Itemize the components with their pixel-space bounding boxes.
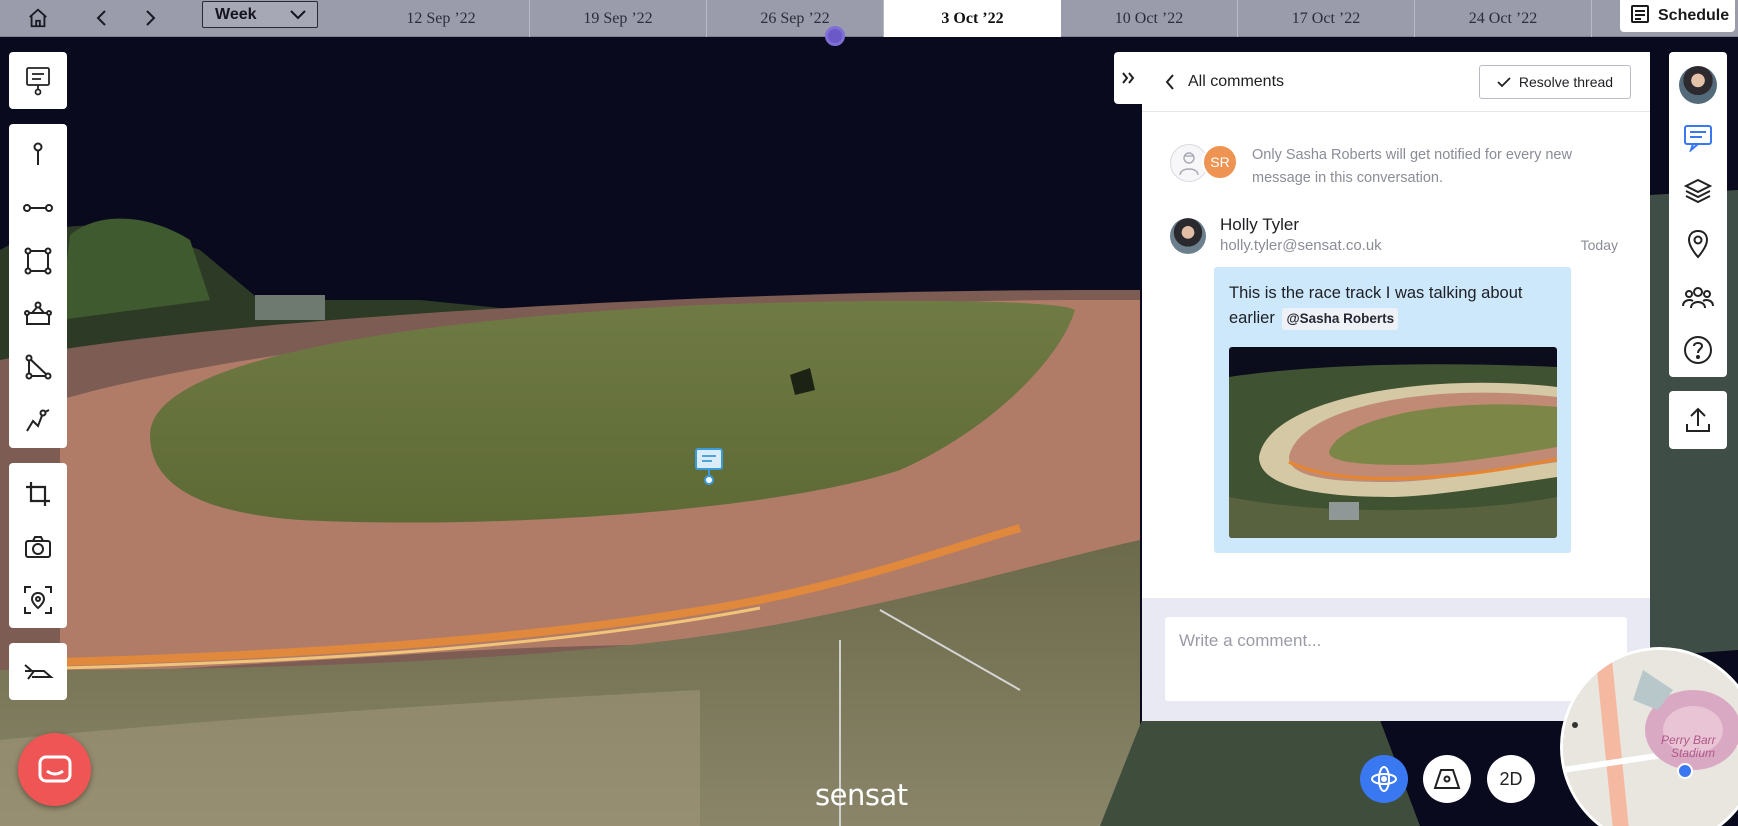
user-mention[interactable]: @Sasha Roberts: [1282, 308, 1399, 330]
export-button[interactable]: [1669, 391, 1727, 449]
chevron-down-icon: [289, 7, 307, 26]
angle-tool-icon[interactable]: [9, 340, 67, 393]
all-comments-back-link[interactable]: All comments: [1164, 73, 1284, 91]
area-tool-icon[interactable]: [9, 234, 67, 287]
date-cell[interactable]: 19 Sep ’22: [530, 0, 707, 37]
chat-launcher-button[interactable]: [18, 733, 91, 806]
comments-icon[interactable]: [1669, 111, 1727, 164]
resolve-thread-button[interactable]: Resolve thread: [1479, 65, 1631, 99]
prev-week-button[interactable]: [88, 4, 116, 32]
message-timestamp: Today: [1580, 237, 1618, 253]
avatar: [1679, 65, 1717, 104]
user-avatar-button[interactable]: [1669, 58, 1727, 111]
2d-mode-button[interactable]: 2D: [1487, 755, 1535, 803]
upload-icon: [1686, 407, 1710, 432]
layers-icon[interactable]: [1669, 164, 1727, 217]
chevron-left-icon: [1165, 73, 1174, 90]
date-timeline: 12 Sep ’22 19 Sep ’22 26 Sep ’22 3 Oct ’…: [353, 0, 1592, 37]
crop-tool-icon[interactable]: [9, 467, 67, 520]
back-label: All comments: [1188, 72, 1285, 90]
volume-tool-icon[interactable]: [9, 287, 67, 340]
sensat-logo: sensat: [815, 778, 908, 812]
resolve-label: Resolve thread: [1518, 74, 1614, 90]
double-chevron-right-icon: [1122, 72, 1135, 84]
orbit-icon: [1371, 766, 1397, 792]
right-toolbar: [1669, 52, 1727, 377]
team-icon[interactable]: [1669, 270, 1727, 323]
avatar: [1170, 218, 1206, 254]
week-select-value: Week: [215, 5, 257, 23]
comment-tool-group: [9, 52, 67, 109]
profile-tool-icon[interactable]: [9, 393, 67, 446]
location-pin-icon[interactable]: [1669, 217, 1727, 270]
message-author-email: holly.tyler@sensat.co.uk: [1220, 237, 1382, 254]
location-capture-icon[interactable]: [9, 573, 67, 626]
attached-image[interactable]: [1229, 347, 1557, 538]
panel-header: All comments Resolve thread: [1142, 52, 1650, 112]
comment-pin-icon[interactable]: [694, 447, 724, 487]
capture-tool-group: [9, 463, 67, 628]
flythrough-tool-group: [9, 643, 67, 700]
perspective-button[interactable]: [1423, 755, 1471, 803]
check-icon: [1497, 77, 1511, 88]
collapse-panel-button[interactable]: [1114, 52, 1142, 104]
home-icon[interactable]: [24, 4, 52, 32]
week-select[interactable]: Week: [202, 1, 318, 28]
add-comment-tool[interactable]: [9, 52, 67, 109]
timeline-bar: Week 12 Sep ’22 19 Sep ’22 26 Sep ’22 3 …: [0, 0, 1738, 46]
help-icon[interactable]: [1669, 323, 1727, 376]
drone-icon[interactable]: [9, 643, 67, 700]
measure-tool-group: [9, 124, 67, 448]
avatar-initials: SR: [1202, 144, 1238, 180]
participant-avatars: SR: [1170, 144, 1250, 184]
timeline-marker-dot[interactable]: [825, 26, 845, 46]
schedule-label: Schedule: [1658, 7, 1730, 24]
next-week-button[interactable]: [136, 4, 164, 32]
camera-icon[interactable]: [9, 520, 67, 573]
date-cell[interactable]: 10 Oct ’22: [1061, 0, 1238, 37]
date-cell[interactable]: 12 Sep ’22: [353, 0, 530, 37]
notification-notice: SR Only Sasha Roberts will get notified …: [1170, 144, 1630, 190]
comment-input[interactable]: [1165, 617, 1627, 701]
schedule-icon: [1630, 4, 1650, 29]
date-cell[interactable]: 26 Sep ’22: [707, 0, 884, 37]
distance-tool-icon[interactable]: [9, 181, 67, 234]
message-header: Holly Tyler holly.tyler@sensat.co.uk Tod…: [1170, 215, 1630, 259]
comment-thread-panel: All comments Resolve thread SR Only Sash…: [1142, 52, 1650, 721]
message-author: Holly Tyler: [1220, 215, 1300, 234]
date-cell[interactable]: 24 Oct ’22: [1415, 0, 1592, 37]
schedule-button[interactable]: Schedule: [1620, 0, 1735, 32]
point-tool-icon[interactable]: [9, 128, 67, 181]
date-cell-active[interactable]: 3 Oct ’22: [884, 0, 1061, 37]
notify-text: Only Sasha Roberts will get notified for…: [1252, 147, 1572, 186]
date-cell[interactable]: 17 Oct ’22: [1238, 0, 1415, 37]
message-bubble: This is the race track I was talking abo…: [1214, 267, 1571, 553]
perspective-icon: [1433, 769, 1461, 789]
orbit-mode-button[interactable]: [1360, 755, 1408, 803]
minimap-label: Stadium: [1671, 746, 1716, 760]
